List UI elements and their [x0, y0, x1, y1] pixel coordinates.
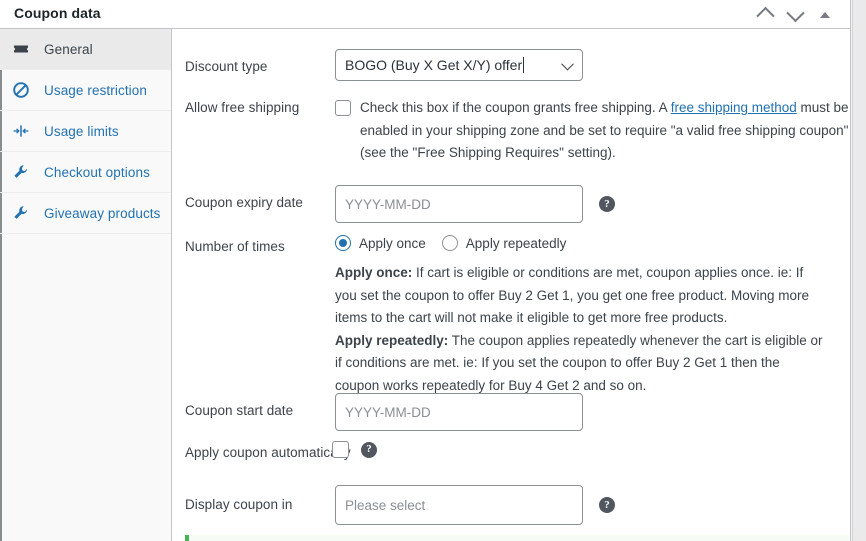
- coupon-data-metabox: Coupon data General Usage restriction Us…: [0, 0, 851, 541]
- allow-free-shipping-description: Check this box if the coupon grants free…: [360, 97, 850, 165]
- general-tab-panel: Discount type BOGO (Buy X Get X/Y) offer…: [173, 29, 850, 541]
- number-of-times-radio-group: Apply once Apply repeatedly: [335, 235, 827, 251]
- sidebar-item-checkout-options[interactable]: Checkout options: [0, 152, 171, 193]
- text-caret: [523, 57, 525, 73]
- metabox-body: General Usage restriction Usage limits C…: [0, 29, 850, 541]
- display-coupon-in-select[interactable]: [335, 485, 583, 525]
- toggle-panel-button[interactable]: [810, 1, 840, 29]
- page-title: Coupon data: [14, 5, 101, 21]
- block-icon: [12, 81, 30, 99]
- free-shipping-method-link[interactable]: free shipping method: [671, 100, 797, 115]
- sidebar-item-label: Checkout options: [44, 164, 150, 180]
- metabox-header-controls: [750, 0, 840, 29]
- apply-once-label: Apply once: [359, 235, 426, 251]
- sidebar-item-label: Usage restriction: [44, 82, 147, 98]
- coupon-data-tabs: General Usage restriction Usage limits C…: [0, 29, 172, 541]
- chevron-up-icon: [755, 6, 775, 26]
- sidebar-item-general[interactable]: General: [0, 29, 171, 70]
- allow-free-shipping-checkbox[interactable]: [335, 100, 351, 116]
- apply-repeatedly-desc-title: Apply repeatedly:: [335, 332, 449, 348]
- chevron-down-icon: [785, 3, 805, 23]
- apply-coupon-automatically-label: Apply coupon automatically: [185, 445, 351, 460]
- coupon-expiry-date-input[interactable]: [335, 185, 583, 223]
- wrench-icon: [12, 163, 30, 181]
- display-coupon-in-help-icon[interactable]: ?: [599, 497, 615, 513]
- apply-coupon-automatically-help-icon[interactable]: ?: [361, 441, 377, 458]
- display-coupon-in-label: Display coupon in: [185, 497, 293, 512]
- coupon-expiry-date-help-icon[interactable]: ?: [599, 196, 615, 212]
- discount-type-label: Discount type: [185, 59, 268, 74]
- free-shipping-text-before: Check this box if the coupon grants free…: [360, 100, 671, 115]
- sidebar-item-label: Usage limits: [44, 123, 119, 139]
- number-of-times-label: Number of times: [185, 239, 285, 254]
- coupon-expiry-date-label: Coupon expiry date: [185, 195, 303, 210]
- sidebar-item-usage-restriction[interactable]: Usage restriction: [0, 70, 171, 111]
- coupon-start-date-input[interactable]: [335, 393, 583, 431]
- allow-free-shipping-label: Allow free shipping: [185, 100, 300, 115]
- coupon-start-date-label: Coupon start date: [185, 403, 294, 418]
- triangle-up-icon: [820, 11, 830, 18]
- sidebar-item-label: General: [44, 41, 93, 57]
- apply-coupon-automatically-checkbox[interactable]: [332, 441, 349, 458]
- apply-once-radio[interactable]: [335, 235, 351, 251]
- ticket-icon: [12, 40, 30, 58]
- page-background-gutter: [852, 0, 866, 541]
- apply-once-desc-title: Apply once:: [335, 265, 413, 280]
- limits-icon: [12, 122, 30, 140]
- apply-repeatedly-description: Apply repeatedly: The coupon applies rep…: [335, 330, 827, 398]
- apply-repeatedly-label: Apply repeatedly: [465, 235, 567, 251]
- chevron-down-icon: [553, 50, 581, 80]
- success-notice-bar: [185, 535, 849, 541]
- screen: Coupon data General Usage restriction Us…: [0, 0, 866, 541]
- move-down-button[interactable]: [780, 1, 810, 29]
- discount-type-value: BOGO (Buy X Get X/Y) offer: [345, 57, 523, 73]
- move-up-button[interactable]: [750, 1, 780, 29]
- sidebar-item-giveaway-products[interactable]: Giveaway products: [0, 193, 171, 234]
- metabox-header: Coupon data: [0, 0, 850, 29]
- wrench-icon: [12, 204, 30, 222]
- discount-type-select[interactable]: BOGO (Buy X Get X/Y) offer: [335, 49, 583, 81]
- apply-repeatedly-radio[interactable]: [441, 235, 458, 251]
- sidebar-item-label: Giveaway products: [44, 205, 161, 221]
- apply-once-description: Apply once: If cart is eligible or condi…: [335, 262, 827, 330]
- sidebar-item-usage-limits[interactable]: Usage limits: [0, 111, 171, 152]
